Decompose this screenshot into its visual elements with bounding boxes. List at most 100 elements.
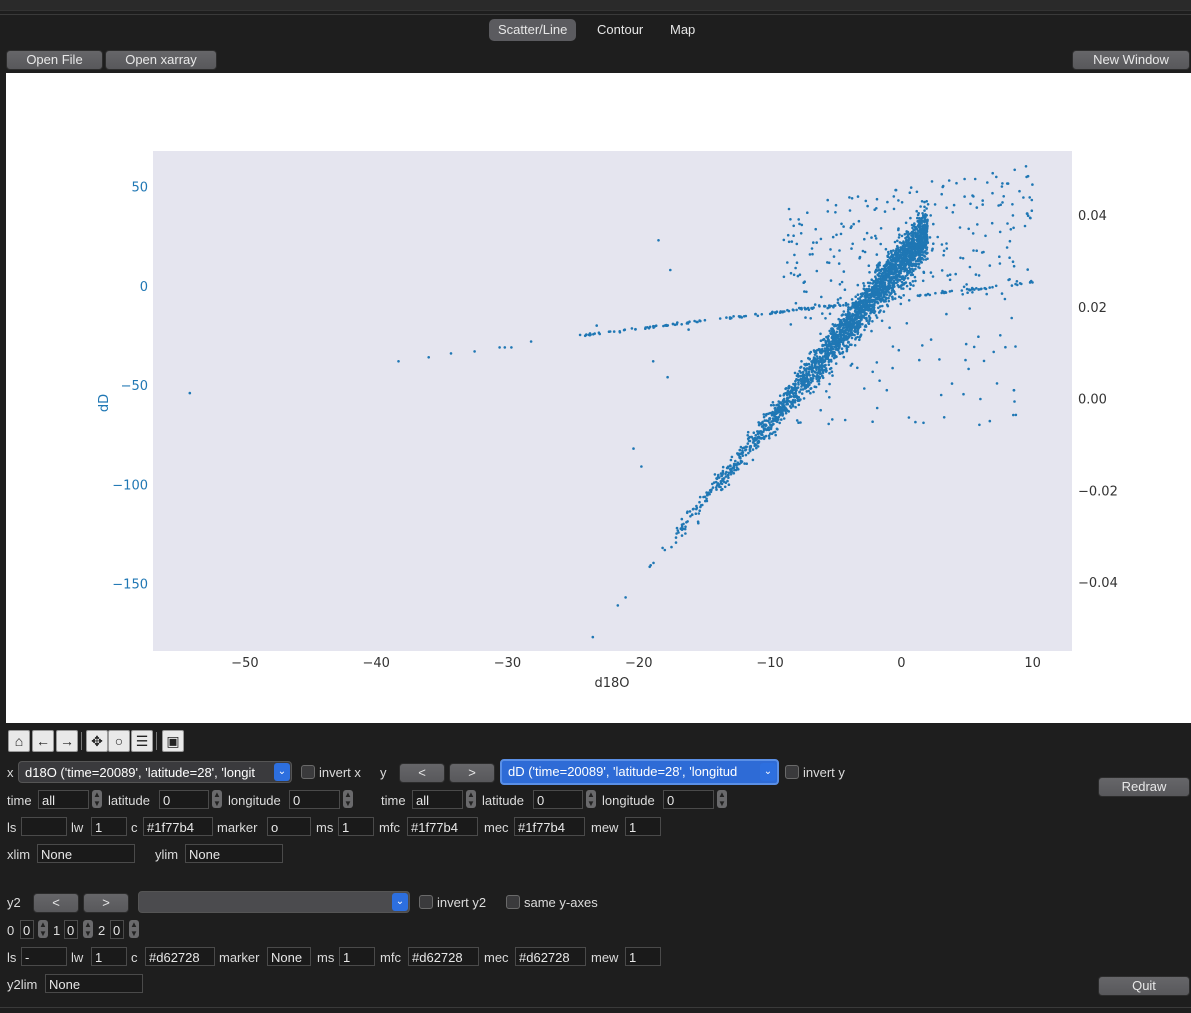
mec2-label: mec	[484, 950, 509, 965]
x-time-stepper[interactable]: ▲ ▼	[92, 790, 102, 808]
marker-field[interactable]: o	[267, 817, 311, 836]
y-variable-select[interactable]: dD ('time=20089', 'latitude=28', 'longit…	[500, 759, 779, 785]
scatter-point	[965, 287, 969, 291]
x-time-field[interactable]: all	[38, 790, 89, 809]
x-longitude-stepper[interactable]: ▲ ▼	[343, 790, 353, 808]
open-xarray-button[interactable]: Open xarray	[105, 50, 217, 70]
plot-canvas[interactable]: −50 −40 −30 −20 −10 0 10 50 0 −50 −100 −150 0.04 0.…	[6, 73, 1191, 723]
scatter-point	[708, 492, 711, 496]
window-top-strip	[0, 0, 1191, 11]
scatter-point	[858, 325, 862, 329]
scatter-point	[813, 364, 817, 367]
scatter-point	[882, 295, 885, 299]
scatter-point	[787, 385, 790, 389]
y-prev-button[interactable]: <	[399, 763, 445, 783]
scatter-point	[973, 288, 976, 291]
color-field[interactable]: #1f77b4	[143, 817, 213, 836]
x-longitude-field[interactable]: 0	[289, 790, 340, 809]
x-latitude-stepper[interactable]: ▲ ▼	[212, 790, 222, 808]
ls2-field[interactable]: -	[21, 947, 67, 966]
y-longitude-field[interactable]: 0	[663, 790, 714, 809]
scatter-point	[863, 328, 866, 332]
redraw-button[interactable]: Redraw	[1098, 777, 1190, 797]
invert-y-checkbox[interactable]	[785, 765, 799, 779]
zoom-icon[interactable]: ○	[108, 730, 130, 752]
color2-field[interactable]: #d62728	[145, 947, 215, 966]
scatter-point	[831, 235, 835, 239]
scatter-point	[1031, 281, 1034, 284]
scatter-point	[913, 275, 917, 279]
y-next-button[interactable]: >	[449, 763, 495, 783]
y2-prev-button[interactable]: <	[33, 893, 79, 913]
lw2-field[interactable]: 1	[91, 947, 127, 966]
scatter-point	[833, 324, 836, 328]
scatter-point	[902, 252, 906, 255]
y-time-field[interactable]: all	[412, 790, 463, 809]
new-window-button[interactable]: New Window	[1072, 50, 1190, 70]
y2-dim1-stepper[interactable]: ▲ ▼	[83, 920, 93, 938]
mec-field[interactable]: #1f77b4	[514, 817, 585, 836]
mew2-field[interactable]: 1	[625, 947, 661, 966]
pan-icon[interactable]: ✥	[86, 730, 108, 752]
mec2-field[interactable]: #d62728	[515, 947, 586, 966]
x-latitude-field[interactable]: 0	[159, 790, 209, 809]
scatter-point	[746, 442, 750, 445]
tab-map[interactable]: Map	[661, 19, 704, 41]
scatter-point	[885, 388, 889, 392]
scatter-point	[751, 458, 755, 462]
scatter-point	[921, 344, 924, 347]
scatter-chart[interactable]: −50 −40 −30 −20 −10 0 10 500−50−100−150 0.040.…	[6, 73, 1191, 723]
forward-arrow-icon[interactable]: →	[56, 730, 78, 752]
ls-field[interactable]	[21, 817, 67, 836]
y2-dim1-field[interactable]: 0	[64, 920, 78, 939]
y-latitude-stepper[interactable]: ▲ ▼	[586, 790, 596, 808]
scatter-point	[816, 357, 819, 360]
mfc2-field[interactable]: #d62728	[408, 947, 479, 966]
ylim-field[interactable]: None	[185, 844, 283, 863]
scatter-point	[838, 249, 841, 252]
scatter-point	[865, 316, 868, 320]
y-time-label: time	[381, 793, 406, 808]
invert-y2-checkbox[interactable]	[419, 895, 433, 909]
y2-dim2-stepper[interactable]: ▲ ▼	[129, 920, 139, 938]
xlim-field[interactable]: None	[37, 844, 135, 863]
scatter-point	[856, 283, 860, 287]
scatter-point	[913, 262, 917, 266]
quit-button[interactable]: Quit	[1098, 976, 1190, 996]
scatter-point	[951, 211, 955, 214]
save-icon[interactable]: ▣	[162, 730, 184, 752]
home-icon[interactable]: ⌂	[8, 730, 30, 752]
y2-variable-select[interactable]: ⌄	[138, 891, 410, 913]
tab-scatter-line[interactable]: Scatter/Line	[489, 19, 577, 41]
y-longitude-stepper[interactable]: ▲ ▼	[717, 790, 727, 808]
scatter-point	[891, 345, 895, 348]
ms-field[interactable]: 1	[338, 817, 374, 836]
y2-dim2-field[interactable]: 0	[110, 920, 124, 939]
marker2-field[interactable]: None	[267, 947, 311, 966]
scatter-point	[829, 351, 833, 355]
same-y-axes-checkbox[interactable]	[506, 895, 520, 909]
scatter-point	[870, 292, 873, 295]
c-label: c	[131, 820, 138, 835]
y2-dim0-field[interactable]: 0	[20, 920, 34, 939]
scatter-point	[729, 472, 733, 476]
mfc-field[interactable]: #1f77b4	[407, 817, 478, 836]
y2lim-field[interactable]: None	[45, 974, 143, 993]
invert-x-checkbox[interactable]	[301, 765, 315, 779]
y-tick-label: 50	[131, 181, 148, 196]
tab-contour[interactable]: Contour	[588, 19, 652, 41]
configure-subplots-icon[interactable]: ☰	[131, 730, 153, 752]
open-file-button[interactable]: Open File	[6, 50, 103, 70]
y-time-stepper[interactable]: ▲ ▼	[466, 790, 476, 808]
scatter-point	[799, 366, 802, 369]
x-variable-select[interactable]: d18O ('time=20089', 'latitude=28', 'long…	[18, 761, 292, 783]
mew-field[interactable]: 1	[625, 817, 661, 836]
lw-field[interactable]: 1	[91, 817, 127, 836]
scatter-point	[790, 389, 793, 392]
y-latitude-field[interactable]: 0	[533, 790, 583, 809]
back-arrow-icon[interactable]: ←	[32, 730, 54, 752]
y2-next-button[interactable]: >	[83, 893, 129, 913]
scatter-point	[612, 330, 616, 333]
ms2-field[interactable]: 1	[339, 947, 375, 966]
y2-dim0-stepper[interactable]: ▲ ▼	[38, 920, 48, 938]
